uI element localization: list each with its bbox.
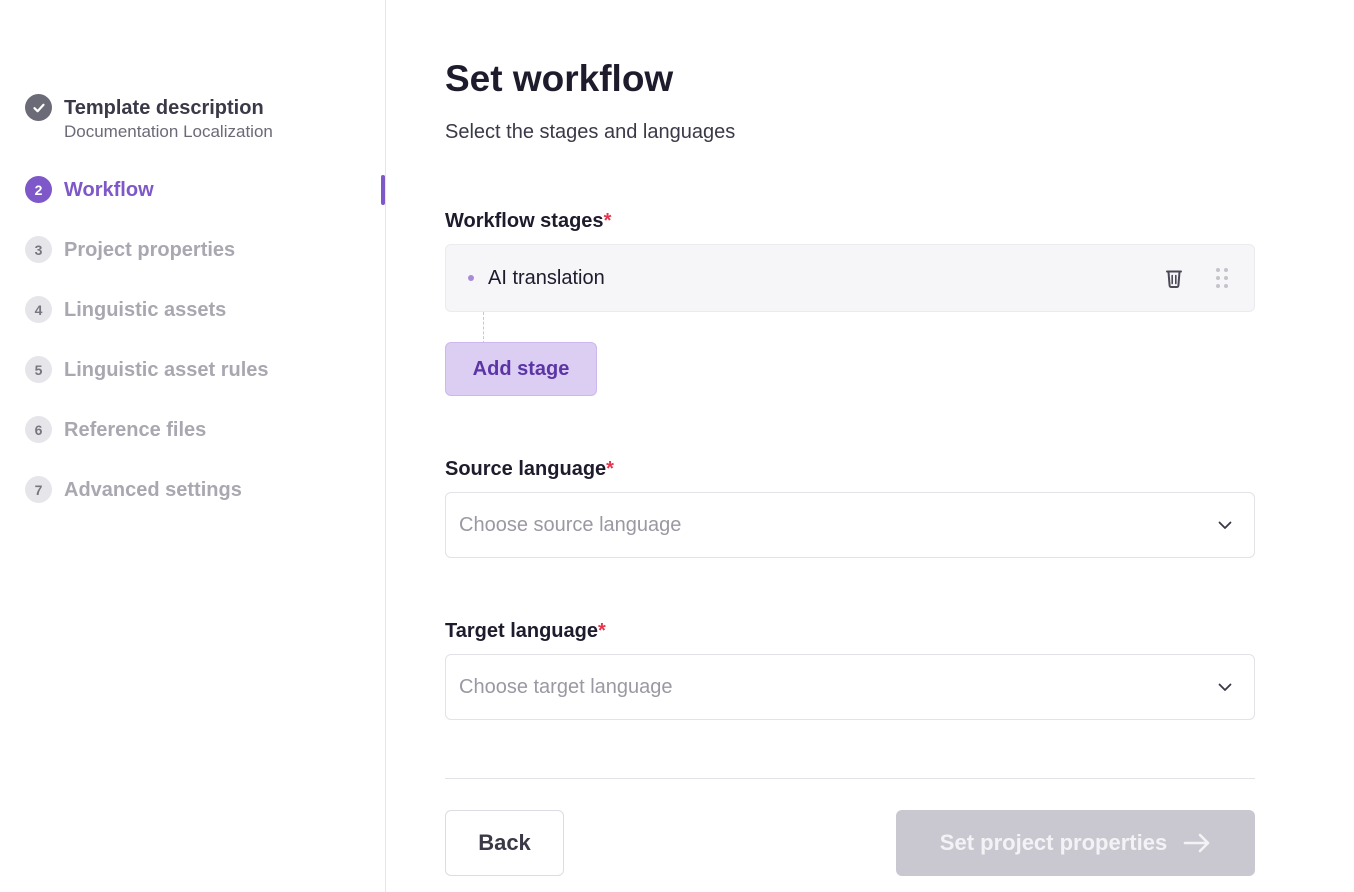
stepper-sidebar: Template description Documentation Local… [0, 0, 386, 892]
step-reference-files[interactable]: 6 Reference files [25, 416, 207, 443]
step-number: 6 [25, 416, 52, 443]
source-language-label: Source language* [445, 458, 614, 480]
step-label: Project properties [64, 239, 236, 261]
required-mark: * [598, 620, 606, 642]
target-language-placeholder: Choose target language [459, 675, 673, 698]
trash-icon[interactable] [1160, 264, 1188, 292]
step-number: 5 [25, 356, 52, 383]
add-stage-button[interactable]: Add stage [445, 342, 597, 396]
check-icon [25, 94, 52, 121]
step-label: Advanced settings [64, 479, 242, 501]
step-label: Reference files [64, 419, 207, 441]
source-language-select[interactable]: Choose source language [445, 492, 1255, 558]
source-language-placeholder: Choose source language [459, 513, 682, 536]
back-button[interactable]: Back [445, 810, 564, 876]
step-linguistic-asset-rules[interactable]: 5 Linguistic asset rules [25, 356, 269, 383]
step-number: 2 [25, 176, 52, 203]
workflow-stage-card: AI translation [445, 244, 1255, 312]
stage-name: AI translation [488, 266, 605, 289]
step-advanced-settings[interactable]: 7 Advanced settings [25, 476, 242, 503]
next-button-label: Set project properties [939, 830, 1168, 855]
step-project-properties[interactable]: 3 Project properties [25, 236, 236, 263]
stage-connector [483, 312, 484, 344]
required-mark: * [606, 458, 614, 480]
bullet-dot [468, 275, 474, 281]
footer-divider [445, 778, 1255, 779]
drag-handle-icon[interactable] [1208, 264, 1236, 292]
page-title: Set workflow [445, 58, 674, 99]
target-language-label: Target language* [445, 620, 606, 642]
required-mark: * [603, 210, 612, 232]
step-label: Workflow [64, 179, 154, 201]
chevron-down-icon [1218, 521, 1232, 530]
step-workflow[interactable]: 2 Workflow [25, 176, 154, 203]
step-label: Linguistic assets [64, 299, 227, 321]
step-label: Linguistic asset rules [64, 359, 269, 381]
step-template-description[interactable]: Template description Documentation Local… [25, 94, 273, 142]
chevron-down-icon [1218, 683, 1232, 692]
workflow-stages-label: Workflow stages* [445, 210, 612, 232]
app: Template description Documentation Local… [0, 0, 1354, 892]
step-label: Template description [64, 97, 264, 119]
step-number: 4 [25, 296, 52, 323]
step-number: 7 [25, 476, 52, 503]
arrow-right-icon [1183, 833, 1211, 853]
active-step-indicator [381, 175, 385, 205]
step-number: 3 [25, 236, 52, 263]
step-sublabel: Documentation Localization [64, 122, 273, 141]
set-project-properties-button[interactable]: Set project properties [896, 810, 1255, 876]
page-subtitle: Select the stages and languages [445, 121, 736, 143]
target-language-select[interactable]: Choose target language [445, 654, 1255, 720]
step-linguistic-assets[interactable]: 4 Linguistic assets [25, 296, 227, 323]
